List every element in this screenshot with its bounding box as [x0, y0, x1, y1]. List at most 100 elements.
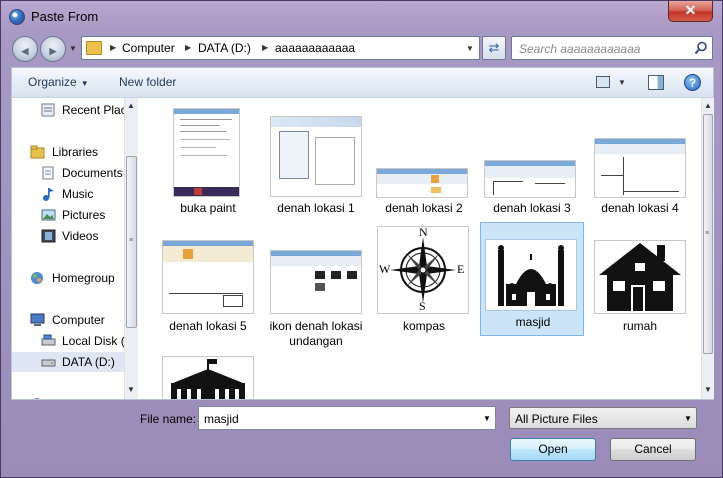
file-name-label: File name:	[140, 412, 197, 426]
file-name-field[interactable]: masjid ▼	[198, 406, 496, 430]
chevron-down-icon: ▼	[80, 79, 89, 88]
house-icon	[599, 243, 681, 311]
recent-locations-dropdown[interactable]: ▼	[69, 44, 77, 53]
file-name: denah lokasi 2	[385, 201, 463, 215]
file-item-denah-lokasi-5[interactable]: denah lokasi 5	[156, 226, 260, 356]
drive-icon	[41, 359, 56, 367]
breadcrumb-computer[interactable]: Computer	[122, 41, 175, 55]
homegroup-icon	[31, 272, 43, 284]
chevron-down-icon[interactable]: ▼	[483, 414, 491, 423]
navigation-scrollbar[interactable]: ▲ ≡ ▼	[124, 98, 138, 399]
file-name: denah lokasi 1	[277, 201, 355, 215]
file-item-denah-lokasi-4[interactable]: denah lokasi 4	[588, 104, 692, 219]
breadcrumb-current-folder[interactable]: aaaaaaaaaaaa	[275, 41, 355, 55]
refresh-icon: ⇄	[488, 40, 500, 55]
libraries-icon	[30, 145, 45, 159]
scrollbar-thumb[interactable]: ≡	[703, 114, 713, 354]
file-item-rumah[interactable]: rumah	[588, 226, 692, 356]
refresh-button[interactable]: ⇄	[482, 36, 506, 60]
organize-button[interactable]: Organize ▼	[28, 75, 89, 89]
sidebar-item-data-drive[interactable]: DATA (D:)	[12, 352, 124, 372]
sidebar-item-label: Pictures	[62, 208, 106, 222]
file-item-building[interactable]	[156, 354, 260, 399]
sidebar-item-local-disk[interactable]: Local Disk (C:)	[12, 331, 124, 351]
sidebar-item-computer[interactable]: Computer	[12, 310, 124, 330]
search-placeholder: Search aaaaaaaaaaaa	[519, 42, 641, 56]
address-bar[interactable]: ▶ Computer ▶ DATA (D:) ▶ aaaaaaaaaaaa ▼	[81, 36, 480, 60]
sidebar-item-label: Libraries	[52, 145, 99, 159]
file-item-denah-lokasi-2[interactable]: denah lokasi 2	[372, 104, 476, 219]
content-scrollbar[interactable]: ▲ ≡ ▼	[701, 98, 714, 399]
sidebar-item-documents[interactable]: Documents	[12, 163, 124, 183]
sidebar-item-network[interactable]	[12, 393, 124, 399]
open-button[interactable]: Open	[510, 438, 596, 461]
documents-icon	[42, 166, 54, 180]
file-item-ikon-denah-lokasi-undangan[interactable]: ikon denah lokasi undangan	[264, 226, 368, 356]
sidebar-item-music[interactable]: Music	[12, 184, 124, 204]
sidebar-item-label: Recent Places	[62, 103, 124, 117]
file-name: rumah	[622, 319, 657, 333]
forward-arrow-icon: ▶	[49, 46, 57, 56]
preview-pane-icon[interactable]	[648, 75, 664, 90]
file-list: buka paint denah lokasi 1 denah lokasi 2…	[140, 98, 701, 399]
cancel-button[interactable]: Cancel	[610, 438, 696, 461]
search-icon[interactable]	[694, 41, 708, 55]
command-bar: Organize ▼ New folder ▼ ?	[11, 67, 714, 97]
search-box[interactable]: Search aaaaaaaaaaaa	[511, 36, 713, 60]
breadcrumb-data-drive[interactable]: DATA (D:)	[198, 41, 251, 55]
address-dropdown-icon[interactable]: ▼	[466, 44, 474, 53]
file-name: denah lokasi 3	[493, 201, 571, 215]
sidebar-item-label: DATA (D:)	[62, 355, 115, 369]
file-item-denah-lokasi-3[interactable]: denah lokasi 3	[480, 104, 584, 219]
back-button[interactable]: ◀	[12, 36, 38, 62]
forward-button[interactable]: ▶	[40, 36, 66, 62]
file-name: buka paint	[180, 201, 236, 215]
chevron-down-icon: ▼	[684, 414, 692, 423]
file-thumbnail	[173, 108, 240, 197]
new-folder-button[interactable]: New folder	[119, 75, 176, 89]
sidebar-item-libraries[interactable]: Libraries	[12, 142, 124, 162]
help-button[interactable]: ?	[684, 74, 701, 91]
file-thumbnail	[270, 250, 362, 314]
file-type-select[interactable]: All Picture Files ▼	[509, 407, 697, 429]
sidebar-item-pictures[interactable]: Pictures	[12, 205, 124, 225]
scrollbar-thumb[interactable]: ≡	[126, 156, 137, 328]
close-button[interactable]: ✕	[668, 1, 713, 22]
sidebar-item-label: Documents	[62, 166, 123, 180]
compass-west-label: W	[379, 262, 391, 276]
file-item-denah-lokasi-1[interactable]: denah lokasi 1	[264, 104, 368, 219]
file-thumbnail	[162, 240, 254, 314]
recent-places-icon	[41, 103, 55, 117]
file-name: ikon denah lokasi undangan	[269, 319, 363, 348]
file-thumbnail	[484, 160, 576, 198]
scroll-down-icon[interactable]: ▼	[704, 385, 712, 394]
file-thumbnail	[376, 168, 468, 198]
scroll-down-icon[interactable]: ▼	[127, 385, 135, 394]
building-icon	[171, 359, 245, 399]
breadcrumb-separator-icon: ▶	[110, 43, 117, 52]
scroll-up-icon[interactable]: ▲	[127, 101, 135, 110]
sidebar-item-recent-places[interactable]: Recent Places	[12, 100, 124, 120]
music-icon	[43, 188, 54, 201]
view-options-dropdown[interactable]: ▼	[618, 78, 626, 87]
file-name: masjid	[515, 315, 551, 329]
change-view-icon[interactable]	[596, 76, 610, 88]
sidebar-item-homegroup[interactable]: Homegroup	[12, 268, 124, 288]
breadcrumb-separator-icon: ▶	[185, 43, 192, 52]
sidebar-item-videos[interactable]: Videos	[12, 226, 124, 246]
scroll-up-icon[interactable]: ▲	[704, 101, 712, 110]
paste-from-dialog: Paste From ✕ ◀ ▶ ▼ ▶ Computer ▶ DATA (D:…	[0, 0, 723, 478]
compass-south-label: S	[419, 299, 426, 313]
file-thumbnail	[594, 138, 686, 198]
compass-east-label: E	[457, 262, 465, 276]
sidebar-item-label: Music	[62, 187, 94, 201]
network-icon	[34, 398, 40, 399]
compass-north-label: N	[419, 226, 428, 239]
window-title: Paste From	[31, 9, 99, 24]
file-item-masjid[interactable]: masjid	[480, 222, 584, 336]
file-thumbnail: N E S W	[377, 226, 469, 314]
grip-icon: ≡	[705, 230, 710, 237]
file-item-kompas[interactable]: N E S W kompas	[372, 226, 476, 356]
file-item-buka-paint[interactable]: buka paint	[156, 104, 260, 219]
breadcrumb-separator-icon: ▶	[262, 43, 269, 52]
